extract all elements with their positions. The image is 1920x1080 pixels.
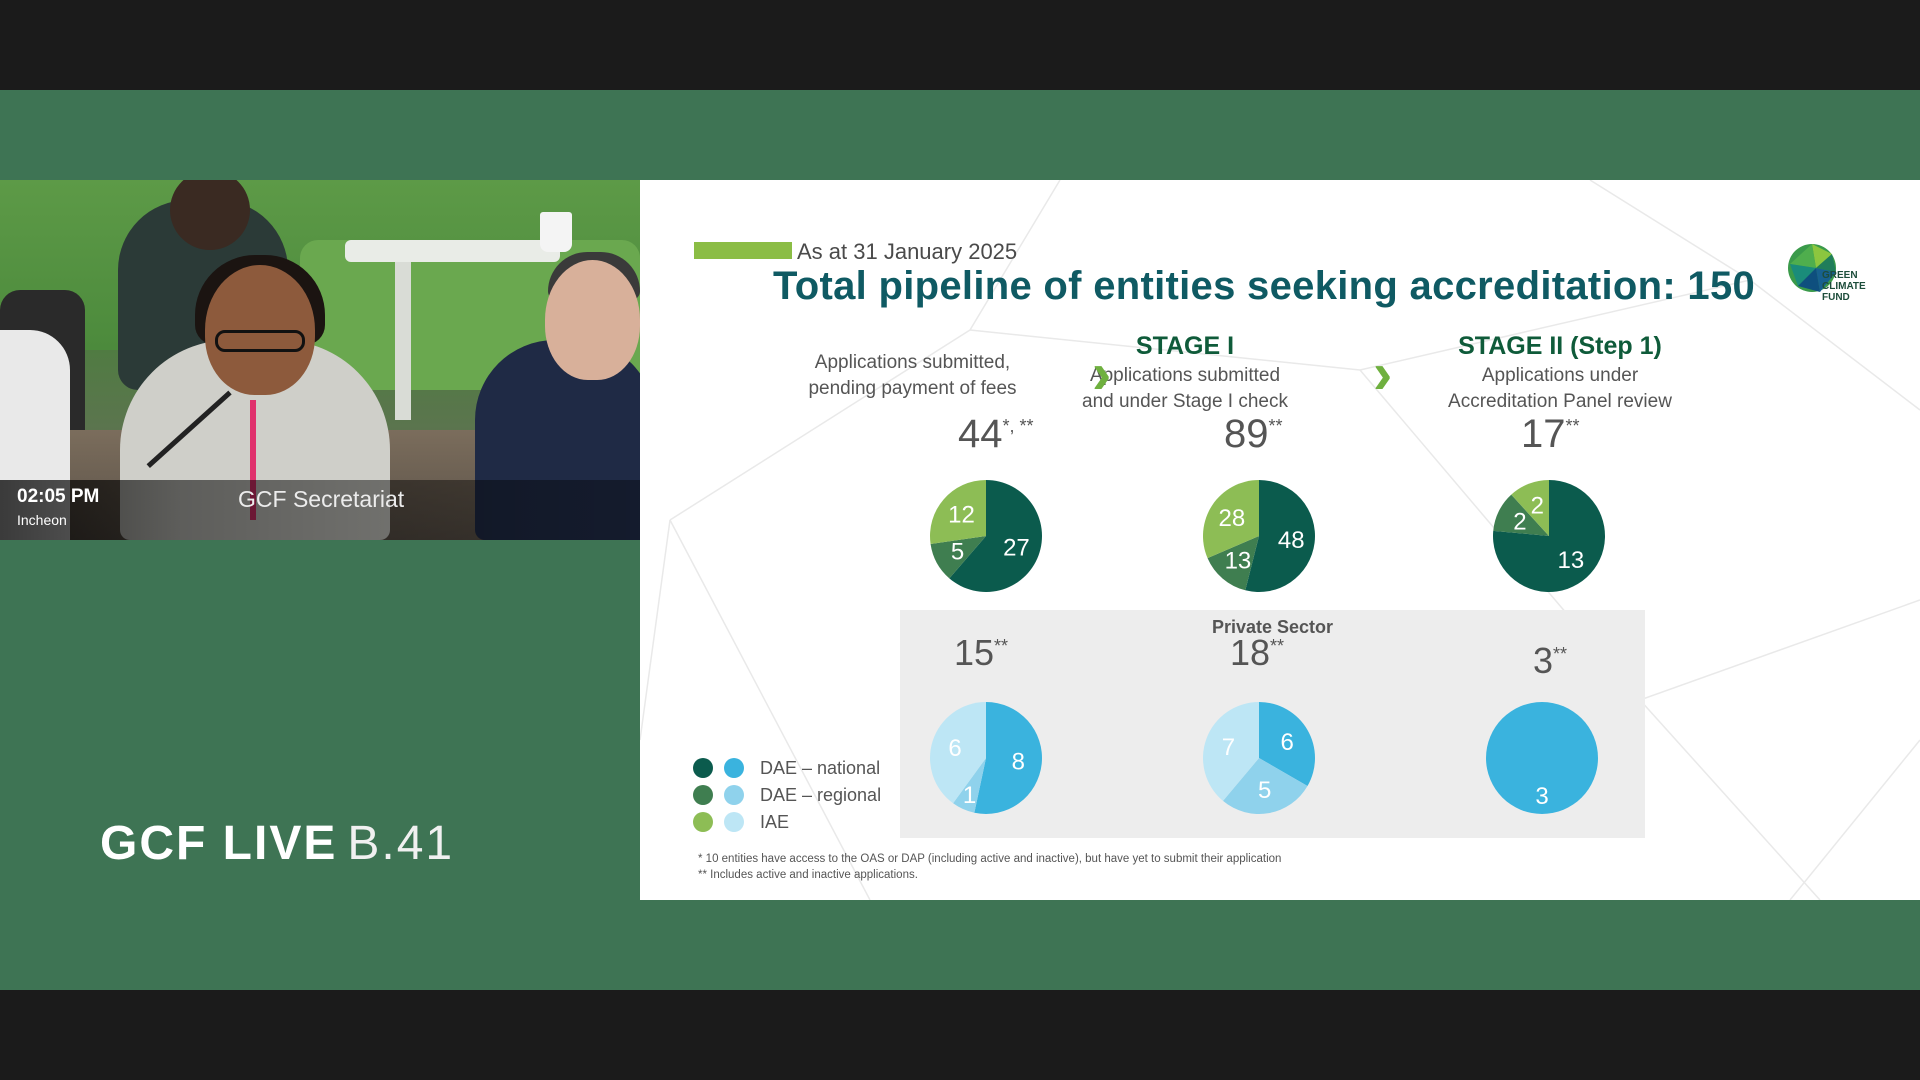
pie-2-label-0: 13 xyxy=(1558,547,1585,574)
legend-dot-public xyxy=(693,785,713,805)
legend-dot-public xyxy=(693,758,713,778)
pie-3-label-2: 6 xyxy=(948,735,961,762)
pie-4-label-1: 5 xyxy=(1258,777,1271,804)
pie-0-label-1: 5 xyxy=(951,539,964,566)
video-table xyxy=(345,240,560,262)
legend-dot-private xyxy=(724,758,744,778)
pie-5-label-0: 3 xyxy=(1535,783,1548,810)
legend-row-regional: DAE – regional xyxy=(693,783,881,807)
brand-session: B.41 xyxy=(347,817,455,870)
stream-frame: 02:05 PM Incheon GCF Secretariat GCF LIV… xyxy=(0,0,1920,1080)
footnote-2: ** Includes active and inactive applicat… xyxy=(698,869,918,881)
legend-label: DAE – regional xyxy=(760,784,882,805)
brand-bold: GCF LIVE xyxy=(100,817,338,870)
legend-dot-private xyxy=(724,785,744,805)
video-cup xyxy=(540,212,572,252)
video-feed: 02:05 PM Incheon GCF Secretariat xyxy=(0,180,640,540)
pie-3-label-0: 8 xyxy=(1012,748,1025,775)
pie-1-label-0: 48 xyxy=(1278,527,1305,554)
pie-2-label-2: 2 xyxy=(1531,493,1544,520)
pie-0-label-2: 12 xyxy=(948,502,975,529)
video-speaker-glasses xyxy=(215,330,305,352)
pie-1-label-2: 28 xyxy=(1219,505,1246,532)
legend-dot-public xyxy=(693,812,713,832)
pie-4-label-0: 6 xyxy=(1280,729,1293,756)
footnote-1: * 10 entities have access to the OAS or … xyxy=(698,853,1282,865)
video-time: 02:05 PM xyxy=(17,486,100,507)
video-man-face xyxy=(545,260,640,380)
legend-dot-private xyxy=(724,812,744,832)
video-speaker-name: GCF Secretariat xyxy=(238,486,405,512)
brand-wordmark: GCF LIVE B.41 xyxy=(100,816,454,871)
pie-4-label-2: 7 xyxy=(1222,734,1235,761)
presentation-slide: As at 31 January 2025 Total pipeline of … xyxy=(640,180,1920,900)
legend-label: DAE – national xyxy=(760,757,881,778)
legend-row-national: DAE – national xyxy=(693,756,880,780)
pie-0-label-0: 27 xyxy=(1003,534,1030,561)
video-table-leg xyxy=(395,260,411,420)
video-location: Incheon xyxy=(17,512,67,528)
pie-2-label-1: 2 xyxy=(1513,509,1526,536)
pie-1-label-1: 13 xyxy=(1225,548,1252,575)
legend-row-iae: IAE xyxy=(693,810,789,834)
legend-label: IAE xyxy=(760,811,790,832)
